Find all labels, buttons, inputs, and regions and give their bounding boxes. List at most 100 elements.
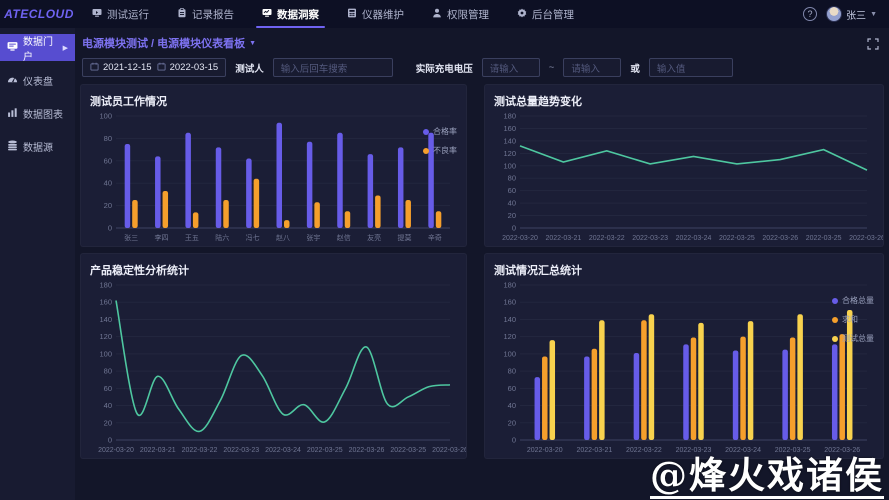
legend-item[interactable]: 求和 — [832, 314, 874, 325]
legend-item[interactable]: 合格率 — [423, 126, 457, 137]
svg-text:180: 180 — [503, 112, 516, 121]
svg-text:80: 80 — [508, 367, 516, 376]
user-menu[interactable]: 张三 ▼ — [826, 6, 877, 22]
date-start[interactable]: 2021-12-15 — [90, 62, 152, 74]
legend-item[interactable]: 合格总量 — [832, 295, 874, 306]
legend-dot-icon — [832, 298, 838, 304]
svg-text:2022-03-24: 2022-03-24 — [265, 447, 301, 454]
sidebar-item-dashboard[interactable]: 仪表盘 — [0, 67, 75, 94]
svg-text:2022-03-24: 2022-03-24 — [676, 235, 712, 242]
svg-text:2022-03-22: 2022-03-22 — [182, 447, 218, 454]
svg-text:0: 0 — [512, 224, 516, 233]
svg-text:2022-03-23: 2022-03-23 — [223, 447, 259, 454]
sidebar-item-data-charts[interactable]: 数据图表 — [0, 100, 75, 127]
svg-text:60: 60 — [104, 156, 112, 165]
svg-text:180: 180 — [503, 281, 516, 290]
monitor-play-icon — [92, 8, 102, 21]
svg-text:140: 140 — [503, 315, 516, 324]
svg-text:2022-03-26: 2022-03-26 — [849, 235, 884, 242]
sidebar-item-data-portal[interactable]: 数据门户 ▶ — [0, 34, 75, 61]
svg-text:2022-03-21: 2022-03-21 — [545, 235, 581, 242]
svg-text:180: 180 — [99, 281, 112, 290]
svg-text:张三: 张三 — [124, 233, 138, 242]
panel-stability: 产品稳定性分析统计 0204060801001201401601802022-0… — [80, 253, 467, 459]
date-end-value: 2022-03-15 — [170, 62, 219, 73]
date-range-picker: 2021-12-15 2022-03-15 — [82, 58, 226, 77]
svg-text:0: 0 — [108, 436, 112, 445]
nav-item-permission[interactable]: 权限管理 — [432, 0, 489, 28]
svg-text:160: 160 — [503, 124, 516, 133]
legend-dot-icon — [832, 317, 838, 323]
svg-text:2022-03-23: 2022-03-23 — [632, 235, 668, 242]
date-end[interactable]: 2022-03-15 — [157, 62, 219, 74]
voltage-to-select[interactable]: 请输入 — [563, 58, 621, 77]
svg-text:100: 100 — [503, 161, 516, 170]
avatar — [826, 6, 842, 22]
watermark: @烽火戏诸侯 — [650, 455, 884, 499]
svg-text:80: 80 — [104, 367, 112, 376]
portal-icon — [7, 41, 18, 55]
nav-item-record-report[interactable]: 记录报告 — [177, 0, 234, 28]
stability-line-chart: 0204060801001201401601802022-03-202022-0… — [86, 279, 462, 456]
main-content: 电源模块测试 / 电源模块仪表看板 ▼ 2021-12-15 2022-03-1… — [75, 28, 889, 500]
app-logo[interactable]: ATECLOUD — [0, 7, 78, 21]
nav-item-instrument-maintain[interactable]: 仪器维护 — [347, 0, 404, 28]
sidebar-item-label: 数据源 — [23, 139, 53, 154]
sidebar: 数据门户 ▶ 仪表盘 数据图表 数据源 — [0, 28, 75, 500]
legend-dot-icon — [832, 336, 838, 342]
nav-item-test-run[interactable]: 测试运行 — [92, 0, 149, 28]
svg-text:60: 60 — [104, 384, 112, 393]
svg-text:李四: 李四 — [155, 233, 169, 242]
top-navigation: ATECLOUD 测试运行 记录报告 数据洞察 仪器维护 权限管理 后台管理 ? — [0, 0, 889, 28]
chart-title: 测试总量趋势变化 — [494, 93, 874, 109]
svg-text:20: 20 — [508, 211, 516, 220]
legend-item[interactable]: 测试总量 — [832, 333, 874, 344]
svg-text:2022-03-22: 2022-03-22 — [589, 235, 625, 242]
svg-text:100: 100 — [99, 112, 112, 121]
svg-text:2022-03-25: 2022-03-25 — [719, 235, 755, 242]
svg-text:友亮: 友亮 — [367, 233, 381, 242]
summary-bar-chart: 0204060801001201401601802022-03-202022-0… — [490, 279, 879, 456]
nav-item-label: 测试运行 — [107, 7, 149, 22]
sidebar-item-data-source[interactable]: 数据源 — [0, 133, 75, 160]
tester-placeholder: 输入后回车搜索 — [281, 61, 348, 75]
panel-summary: 测试情况汇总统计 0204060801001201401601802022-03… — [484, 253, 884, 459]
nav-item-backend[interactable]: 后台管理 — [517, 0, 574, 28]
svg-text:60: 60 — [508, 186, 516, 195]
fullscreen-icon[interactable] — [867, 37, 879, 55]
value-input[interactable]: 输入值 — [649, 58, 733, 77]
permission-icon — [432, 8, 442, 21]
value-placeholder: 输入值 — [657, 61, 686, 75]
svg-text:20: 20 — [508, 418, 516, 427]
legend-label: 求和 — [842, 314, 858, 325]
svg-text:20: 20 — [104, 201, 112, 210]
instrument-icon — [347, 8, 357, 21]
svg-text:40: 40 — [508, 199, 516, 208]
charts-grid: 测试员工作情况 020406080100张三李四王五陆六冯七赵八张宇赵信友亮提莫… — [80, 84, 884, 459]
svg-text:160: 160 — [99, 298, 112, 307]
breadcrumb[interactable]: 电源模块测试 / 电源模块仪表看板 — [82, 35, 245, 51]
voltage-from-select[interactable]: 请输入 — [482, 58, 540, 77]
nav-items: 测试运行 记录报告 数据洞察 仪器维护 权限管理 后台管理 — [92, 0, 803, 28]
dashboard-icon — [7, 74, 18, 88]
svg-text:40: 40 — [104, 179, 112, 188]
voltage-label: 实际充电电压 — [416, 61, 473, 75]
legend-label: 合格率 — [433, 126, 457, 137]
svg-text:2022-03-25: 2022-03-25 — [390, 447, 426, 454]
svg-text:提莫: 提莫 — [397, 233, 411, 242]
help-icon[interactable]: ? — [803, 7, 817, 21]
svg-text:100: 100 — [503, 349, 516, 358]
nav-item-label: 仪器维护 — [362, 7, 404, 22]
legend-label: 合格总量 — [842, 295, 874, 306]
svg-text:120: 120 — [503, 149, 516, 158]
panel-total-trend: 测试总量趋势变化 0204060801001201401601802022-03… — [484, 84, 884, 247]
nav-item-data-insight[interactable]: 数据洞察 — [262, 0, 319, 28]
chart-legend: 合格总量求和测试总量 — [832, 295, 874, 344]
tester-input[interactable]: 输入后回车搜索 — [273, 58, 393, 77]
chevron-down-icon: ▼ — [249, 40, 256, 47]
svg-text:120: 120 — [503, 332, 516, 341]
chart-legend: 合格率不良率 — [423, 126, 457, 156]
legend-item[interactable]: 不良率 — [423, 145, 457, 156]
svg-text:2022-03-21: 2022-03-21 — [140, 447, 176, 454]
chart-title: 测试情况汇总统计 — [494, 262, 874, 278]
